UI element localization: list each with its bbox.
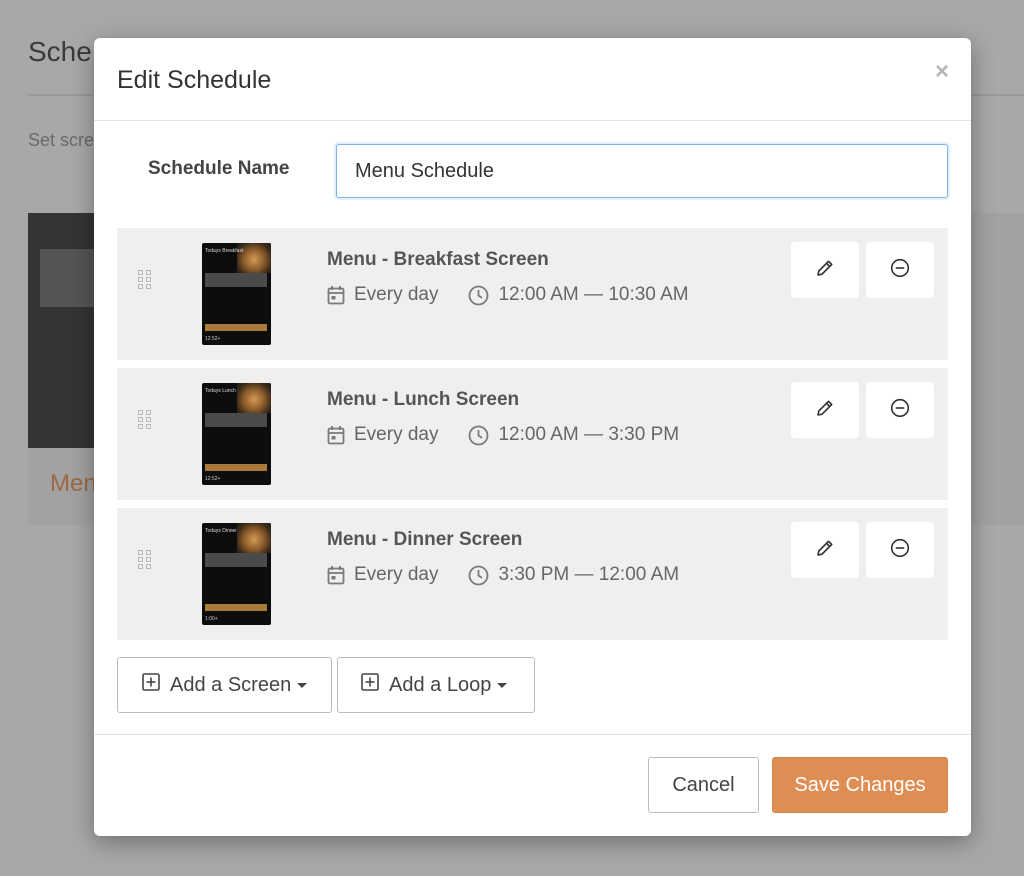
add-loop-label: Add a Loop bbox=[389, 673, 492, 696]
schedule-item-title: Menu - Breakfast Screen bbox=[327, 249, 549, 270]
thumbnail-panel bbox=[205, 273, 267, 287]
modal-title: Edit Schedule bbox=[117, 66, 272, 94]
thumbnail-title: Todays Lunch bbox=[205, 388, 236, 394]
plus-square-icon bbox=[361, 673, 389, 697]
remove-item-button[interactable] bbox=[866, 242, 934, 298]
add-screen-label: Add a Screen bbox=[170, 673, 292, 696]
modal-header: Edit Schedule × bbox=[94, 38, 971, 121]
thumbnail-band bbox=[205, 324, 267, 331]
schedule-item-time: 3:30 PM — 12:00 AM bbox=[498, 564, 680, 585]
thumbnail-photo bbox=[237, 523, 271, 553]
schedule-item-meta: Every day 12:00 AM — 3:30 PM bbox=[327, 424, 679, 446]
schedule-item-days: Every day bbox=[354, 284, 439, 305]
modal-footer: Cancel Save Changes bbox=[94, 734, 971, 836]
thumbnail-band bbox=[205, 604, 267, 611]
add-screen-button[interactable]: Add a Screen bbox=[117, 657, 332, 713]
clock-icon bbox=[468, 285, 489, 306]
schedule-item-time: 12:00 AM — 10:30 AM bbox=[498, 284, 689, 305]
thumbnail-band bbox=[205, 464, 267, 471]
calendar-icon bbox=[327, 285, 345, 305]
calendar-icon bbox=[327, 425, 345, 445]
minus-circle-icon bbox=[890, 398, 910, 423]
save-changes-button[interactable]: Save Changes bbox=[772, 757, 948, 813]
schedule-item-meta: Every day 3:30 PM — 12:00 AM bbox=[327, 564, 679, 586]
calendar-icon bbox=[327, 565, 345, 585]
background-card-label: Men bbox=[50, 470, 97, 497]
background-page-title: Sche bbox=[28, 36, 92, 67]
thumbnail-title: Todays Dinner bbox=[205, 528, 237, 534]
drag-handle-icon[interactable] bbox=[138, 550, 151, 569]
thumbnail-photo bbox=[237, 383, 271, 413]
remove-item-button[interactable] bbox=[866, 522, 934, 578]
pencil-icon bbox=[815, 258, 835, 283]
thumbnail-footer: 12:52+ bbox=[205, 336, 221, 342]
schedule-name-label: Schedule Name bbox=[148, 158, 290, 179]
schedule-item-days: Every day bbox=[354, 424, 439, 445]
thumbnail-footer: 1:00+ bbox=[205, 616, 218, 622]
plus-square-icon bbox=[142, 673, 170, 697]
schedule-item: Todays Dinner 1:00+ Menu - Dinner Screen… bbox=[117, 508, 948, 640]
minus-circle-icon bbox=[890, 258, 910, 283]
clock-icon bbox=[468, 425, 489, 446]
thumbnail-panel bbox=[205, 413, 267, 427]
thumbnail-panel bbox=[205, 553, 267, 567]
schedule-item: Todays Breakfast 12:52+ Menu - Breakfast… bbox=[117, 228, 948, 360]
pencil-icon bbox=[815, 398, 835, 423]
caret-down-icon bbox=[497, 682, 508, 688]
minus-circle-icon bbox=[890, 538, 910, 563]
schedule-item-title: Menu - Dinner Screen bbox=[327, 529, 523, 550]
thumbnail-title: Todays Breakfast bbox=[205, 248, 244, 254]
edit-schedule-modal: Edit Schedule × Schedule Name Todays Bre… bbox=[94, 38, 971, 836]
add-loop-button[interactable]: Add a Loop bbox=[337, 657, 535, 713]
screen-thumbnail: Todays Dinner 1:00+ bbox=[202, 523, 271, 625]
schedule-item-time: 12:00 AM — 3:30 PM bbox=[498, 424, 680, 445]
schedule-item-days: Every day bbox=[354, 564, 439, 585]
caret-down-icon bbox=[297, 682, 308, 688]
screen-thumbnail: Todays Breakfast 12:52+ bbox=[202, 243, 271, 345]
pencil-icon bbox=[815, 538, 835, 563]
schedule-name-row: Schedule Name bbox=[94, 144, 971, 198]
drag-handle-icon[interactable] bbox=[138, 270, 151, 289]
background-subtitle: Set scre bbox=[28, 130, 95, 150]
clock-icon bbox=[468, 565, 489, 586]
close-icon[interactable]: × bbox=[935, 60, 949, 84]
screen-thumbnail: Todays Lunch 12:52+ bbox=[202, 383, 271, 485]
edit-item-button[interactable] bbox=[791, 242, 859, 298]
drag-handle-icon[interactable] bbox=[138, 410, 151, 429]
schedule-list: Todays Breakfast 12:52+ Menu - Breakfast… bbox=[117, 228, 948, 648]
schedule-item: Todays Lunch 12:52+ Menu - Lunch Screen … bbox=[117, 368, 948, 500]
schedule-item-title: Menu - Lunch Screen bbox=[327, 389, 520, 410]
remove-item-button[interactable] bbox=[866, 382, 934, 438]
schedule-name-input[interactable] bbox=[336, 144, 948, 198]
cancel-button[interactable]: Cancel bbox=[648, 757, 759, 813]
thumbnail-footer: 12:52+ bbox=[205, 476, 221, 482]
edit-item-button[interactable] bbox=[791, 382, 859, 438]
edit-item-button[interactable] bbox=[791, 522, 859, 578]
schedule-item-meta: Every day 12:00 AM — 10:30 AM bbox=[327, 284, 689, 306]
